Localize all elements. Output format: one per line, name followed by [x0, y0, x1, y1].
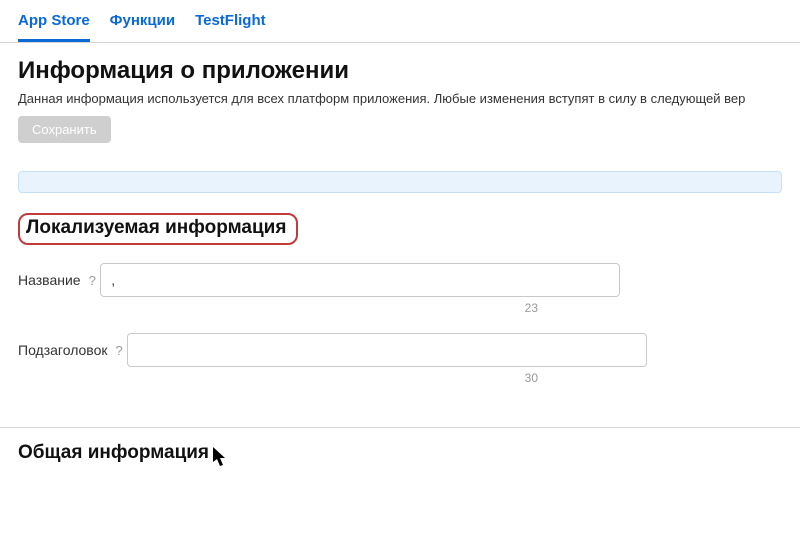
subtitle-input[interactable] [127, 333, 647, 367]
name-field-group: Название ? 23 [18, 263, 782, 315]
localizable-section-title: Локализуемая информация [26, 217, 286, 238]
general-section-title: Общая информация [0, 428, 800, 464]
info-banner [18, 171, 782, 193]
tab-features[interactable]: Функции [110, 8, 175, 42]
save-button[interactable]: Сохранить [18, 116, 111, 143]
localizable-section-highlight: Локализуемая информация [18, 213, 298, 245]
tab-app-store[interactable]: App Store [18, 8, 90, 42]
page-description: Данная информация используется для всех … [18, 91, 782, 106]
name-input[interactable] [100, 263, 620, 297]
name-label: Название [18, 272, 81, 288]
page-title: Информация о приложении [18, 57, 782, 85]
main-tabs: App Store Функции TestFlight [0, 0, 800, 43]
subtitle-label: Подзаголовок [18, 342, 108, 358]
subtitle-help-icon[interactable]: ? [116, 343, 123, 358]
name-char-count: 23 [18, 301, 538, 315]
tab-testflight[interactable]: TestFlight [195, 8, 266, 42]
subtitle-char-count: 30 [18, 371, 538, 385]
subtitle-field-group: Подзаголовок ? 30 [18, 333, 782, 385]
name-help-icon[interactable]: ? [89, 273, 96, 288]
